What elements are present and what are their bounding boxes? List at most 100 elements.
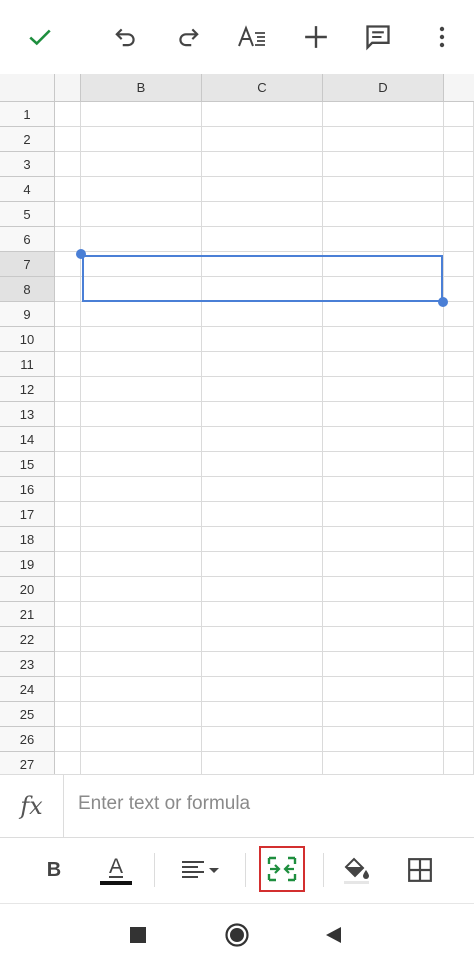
column-header-d[interactable]: D bbox=[323, 74, 444, 102]
grid-cell[interactable] bbox=[323, 502, 444, 527]
grid-cell[interactable] bbox=[323, 552, 444, 577]
grid-cell[interactable] bbox=[55, 627, 81, 652]
grid-cell[interactable] bbox=[81, 227, 202, 252]
grid-cell[interactable] bbox=[444, 427, 474, 452]
grid-cell[interactable] bbox=[323, 677, 444, 702]
grid-cell[interactable] bbox=[81, 302, 202, 327]
home-button[interactable] bbox=[220, 918, 254, 952]
grid-cell[interactable] bbox=[81, 427, 202, 452]
back-button[interactable] bbox=[316, 918, 350, 952]
selection-handle-bottom-right[interactable] bbox=[438, 297, 448, 307]
selection-handle-top-left[interactable] bbox=[76, 249, 86, 259]
grid-cell[interactable] bbox=[202, 652, 323, 677]
grid-cell[interactable] bbox=[81, 502, 202, 527]
grid-cell[interactable] bbox=[323, 577, 444, 602]
grid-cell[interactable] bbox=[81, 352, 202, 377]
grid-cell[interactable] bbox=[444, 602, 474, 627]
grid-cell[interactable] bbox=[55, 552, 81, 577]
grid-cell[interactable] bbox=[81, 377, 202, 402]
grid-cell[interactable] bbox=[444, 452, 474, 477]
bold-button[interactable]: B bbox=[32, 850, 76, 890]
grid-cell[interactable] bbox=[444, 727, 474, 752]
grid-cell[interactable] bbox=[444, 327, 474, 352]
grid-cell[interactable] bbox=[444, 277, 474, 302]
grid-cell[interactable] bbox=[81, 102, 202, 127]
grid-cell[interactable] bbox=[55, 727, 81, 752]
grid-cell[interactable] bbox=[444, 402, 474, 427]
grid-cell[interactable] bbox=[444, 702, 474, 727]
cell-selection[interactable] bbox=[82, 255, 443, 302]
grid-cell[interactable] bbox=[444, 652, 474, 677]
grid-cell[interactable] bbox=[81, 577, 202, 602]
grid-cell[interactable] bbox=[323, 227, 444, 252]
grid-cell[interactable] bbox=[323, 302, 444, 327]
grid-cell[interactable] bbox=[202, 377, 323, 402]
grid-cell[interactable] bbox=[202, 452, 323, 477]
column-header-c[interactable]: C bbox=[202, 74, 323, 102]
row-header[interactable]: 7 bbox=[0, 252, 55, 277]
fill-color-button[interactable] bbox=[334, 850, 378, 890]
grid-cell[interactable] bbox=[202, 552, 323, 577]
row-header[interactable]: 6 bbox=[0, 227, 55, 252]
grid-cell[interactable] bbox=[323, 627, 444, 652]
grid-cell[interactable] bbox=[81, 452, 202, 477]
grid-cell[interactable] bbox=[202, 627, 323, 652]
grid-cell[interactable] bbox=[323, 477, 444, 502]
more-options-button[interactable] bbox=[422, 17, 462, 57]
comment-button[interactable] bbox=[358, 17, 398, 57]
grid-cell[interactable] bbox=[55, 302, 81, 327]
formula-input[interactable]: Enter text or formula bbox=[78, 793, 250, 815]
grid-cell[interactable] bbox=[55, 577, 81, 602]
grid-cell[interactable] bbox=[202, 577, 323, 602]
grid-cell[interactable] bbox=[81, 627, 202, 652]
grid-cell[interactable] bbox=[55, 327, 81, 352]
grid-cell[interactable] bbox=[55, 702, 81, 727]
row-header[interactable]: 13 bbox=[0, 402, 55, 427]
grid-cell[interactable] bbox=[81, 752, 202, 774]
grid-cell[interactable] bbox=[323, 427, 444, 452]
row-header[interactable]: 4 bbox=[0, 177, 55, 202]
grid-cell[interactable] bbox=[323, 702, 444, 727]
grid-cell[interactable] bbox=[323, 452, 444, 477]
row-header[interactable]: 18 bbox=[0, 527, 55, 552]
grid-cell[interactable] bbox=[55, 477, 81, 502]
row-header[interactable]: 27 bbox=[0, 752, 55, 774]
row-header[interactable]: 14 bbox=[0, 427, 55, 452]
grid-cell[interactable] bbox=[55, 502, 81, 527]
redo-button[interactable] bbox=[168, 17, 208, 57]
grid-cell[interactable] bbox=[323, 527, 444, 552]
grid-cell[interactable] bbox=[81, 152, 202, 177]
grid-cell[interactable] bbox=[444, 252, 474, 277]
grid-cell[interactable] bbox=[55, 377, 81, 402]
grid-cell[interactable] bbox=[55, 352, 81, 377]
grid-cell[interactable] bbox=[81, 177, 202, 202]
grid-cell[interactable] bbox=[202, 202, 323, 227]
grid-cell[interactable] bbox=[202, 127, 323, 152]
grid-cell[interactable] bbox=[55, 177, 81, 202]
grid-cell[interactable] bbox=[444, 152, 474, 177]
grid-cell[interactable] bbox=[323, 377, 444, 402]
column-header-a-collapsed[interactable] bbox=[55, 74, 81, 102]
grid-cell[interactable] bbox=[444, 527, 474, 552]
insert-button[interactable] bbox=[296, 17, 336, 57]
grid-cell[interactable] bbox=[55, 402, 81, 427]
grid-cell[interactable] bbox=[444, 202, 474, 227]
grid-cell[interactable] bbox=[444, 302, 474, 327]
grid-cell[interactable] bbox=[81, 702, 202, 727]
row-header[interactable]: 22 bbox=[0, 627, 55, 652]
grid-cell[interactable] bbox=[323, 752, 444, 774]
grid-cell[interactable] bbox=[55, 752, 81, 774]
function-icon[interactable]: fx bbox=[0, 775, 64, 837]
grid-cell[interactable] bbox=[444, 502, 474, 527]
row-header[interactable]: 24 bbox=[0, 677, 55, 702]
grid-cell[interactable] bbox=[444, 677, 474, 702]
grid-cell[interactable] bbox=[202, 527, 323, 552]
grid-cell[interactable] bbox=[55, 427, 81, 452]
grid-cell[interactable] bbox=[81, 327, 202, 352]
grid-cell[interactable] bbox=[81, 527, 202, 552]
row-header[interactable]: 1 bbox=[0, 102, 55, 127]
confirm-button[interactable] bbox=[20, 17, 60, 57]
grid-cell[interactable] bbox=[81, 677, 202, 702]
row-header[interactable]: 10 bbox=[0, 327, 55, 352]
grid-cell[interactable] bbox=[323, 127, 444, 152]
